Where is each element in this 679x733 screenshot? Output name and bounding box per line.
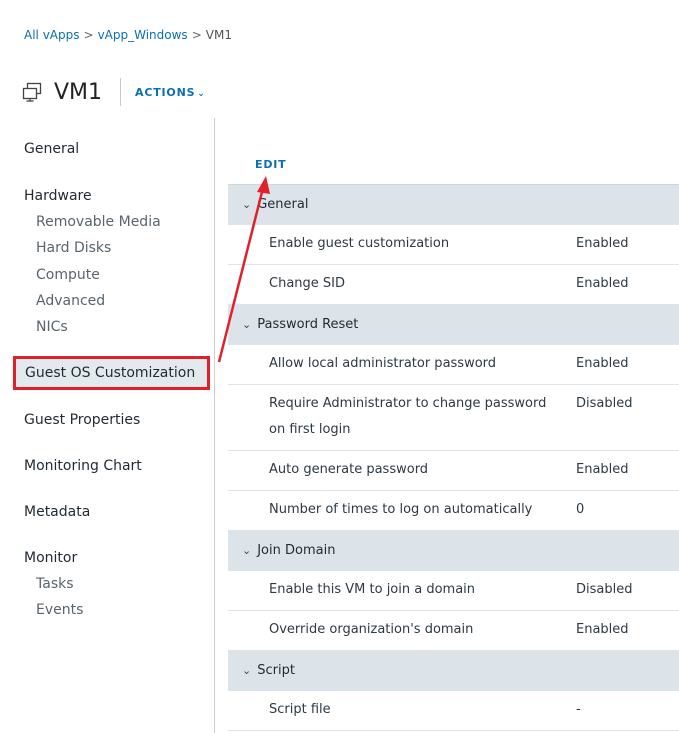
section-header-join-domain[interactable]: ⌄ Join Domain <box>228 531 679 571</box>
table-row: Auto generate password Enabled <box>228 451 679 491</box>
row-value: Enabled <box>576 462 629 477</box>
title-divider <box>120 78 122 106</box>
row-label: Auto generate password <box>269 462 429 477</box>
breadcrumb-separator: > <box>83 28 94 42</box>
sidebar-item-monitor[interactable]: Monitor <box>24 550 77 566</box>
chevron-down-icon: ⌄ <box>197 88 206 99</box>
row-value: Disabled <box>576 396 633 411</box>
row-label: Script file <box>269 702 331 717</box>
row-value: Enabled <box>576 356 629 371</box>
chevron-down-icon: ⌄ <box>242 664 252 677</box>
sidebar-item-compute[interactable]: Compute <box>36 267 100 283</box>
sidebar: General Hardware Removable Media Hard Di… <box>0 118 215 733</box>
row-label: Enable guest customization <box>269 236 450 251</box>
actions-dropdown[interactable]: ACTIONS ⌄ <box>135 86 206 99</box>
section-title: Password Reset <box>257 317 359 332</box>
row-value: Enabled <box>576 622 629 637</box>
sidebar-item-hard-disks[interactable]: Hard Disks <box>36 240 111 256</box>
section-header-script[interactable]: ⌄ Script <box>228 651 679 691</box>
breadcrumb-all-vapps[interactable]: All vApps <box>24 28 80 42</box>
table-row: Enable this VM to join a domain Disabled <box>228 571 679 611</box>
title-bar: VM1 ACTIONS ⌄ <box>22 76 206 108</box>
sidebar-item-tasks[interactable]: Tasks <box>36 576 74 592</box>
table-row: Enable guest customization Enabled <box>228 225 679 265</box>
table-row: Allow local administrator password Enabl… <box>228 345 679 385</box>
table-row: Override organization's domain Enabled <box>228 611 679 651</box>
sidebar-item-general[interactable]: General <box>24 141 79 157</box>
section-title: Script <box>257 663 295 678</box>
table-row: Change SID Enabled <box>228 265 679 305</box>
breadcrumb: All vApps > vApp_Windows > VM1 <box>24 28 232 42</box>
row-label: Allow local administrator password <box>269 356 497 371</box>
sidebar-item-advanced[interactable]: Advanced <box>36 293 105 309</box>
vm-icon <box>22 82 42 102</box>
actions-label: ACTIONS <box>135 85 196 99</box>
sidebar-item-nics[interactable]: NICs <box>36 319 68 335</box>
chevron-down-icon: ⌄ <box>242 544 252 557</box>
table-row: Number of times to log on automatically … <box>228 491 679 531</box>
sidebar-item-monitoring-chart[interactable]: Monitoring Chart <box>24 458 142 474</box>
breadcrumb-vapp-windows[interactable]: vApp_Windows <box>98 28 188 42</box>
chevron-down-icon: ⌄ <box>242 198 252 211</box>
section-header-general[interactable]: ⌄ General <box>228 185 679 225</box>
row-label: Change SID <box>269 276 346 291</box>
section-title: General <box>257 197 309 212</box>
row-label: Require Administrator to change password… <box>269 396 547 437</box>
table-row: Require Administrator to change password… <box>228 385 679 451</box>
sidebar-item-events[interactable]: Events <box>36 602 83 618</box>
sidebar-item-guest-os-customization[interactable]: Guest OS Customization <box>13 356 210 390</box>
breadcrumb-current: VM1 <box>205 28 232 42</box>
sidebar-item-hardware[interactable]: Hardware <box>24 188 92 204</box>
row-value: Enabled <box>576 276 629 291</box>
row-value: Enabled <box>576 236 629 251</box>
sidebar-item-metadata[interactable]: Metadata <box>24 504 90 520</box>
sidebar-item-guest-properties[interactable]: Guest Properties <box>24 412 140 428</box>
row-value: - <box>576 702 581 717</box>
row-label: Enable this VM to join a domain <box>269 582 476 597</box>
row-label: Override organization's domain <box>269 622 474 637</box>
breadcrumb-separator: > <box>191 28 202 42</box>
table-row: Script file - <box>228 691 679 731</box>
row-value: 0 <box>576 502 585 517</box>
row-label: Number of times to log on automatically <box>269 502 533 517</box>
row-value: Disabled <box>576 582 633 597</box>
sidebar-item-removable-media[interactable]: Removable Media <box>36 214 161 230</box>
section-title: Join Domain <box>257 543 336 558</box>
settings-grid: ⌄ General Enable guest customization Ena… <box>228 184 679 731</box>
chevron-down-icon: ⌄ <box>242 318 252 331</box>
section-header-password-reset[interactable]: ⌄ Password Reset <box>228 305 679 345</box>
page-title: VM1 <box>54 79 103 105</box>
edit-button[interactable]: EDIT <box>255 158 286 171</box>
